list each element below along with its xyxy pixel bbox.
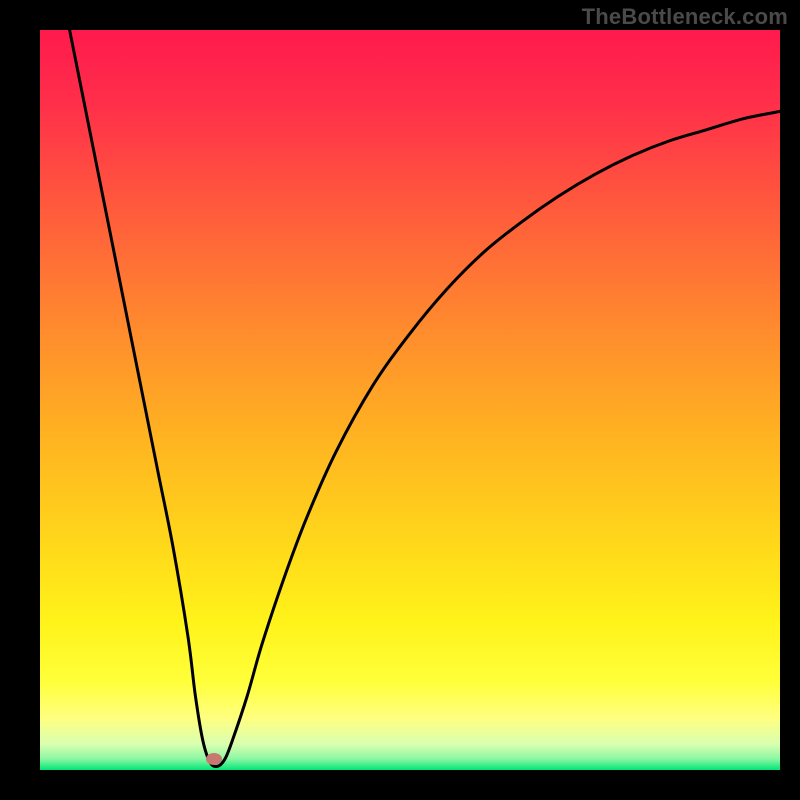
- watermark-text: TheBottleneck.com: [582, 4, 788, 30]
- chart-frame: TheBottleneck.com: [0, 0, 800, 800]
- plot-area: [40, 30, 780, 770]
- optimal-point-marker: [206, 753, 222, 765]
- bottleneck-curve: [40, 30, 780, 770]
